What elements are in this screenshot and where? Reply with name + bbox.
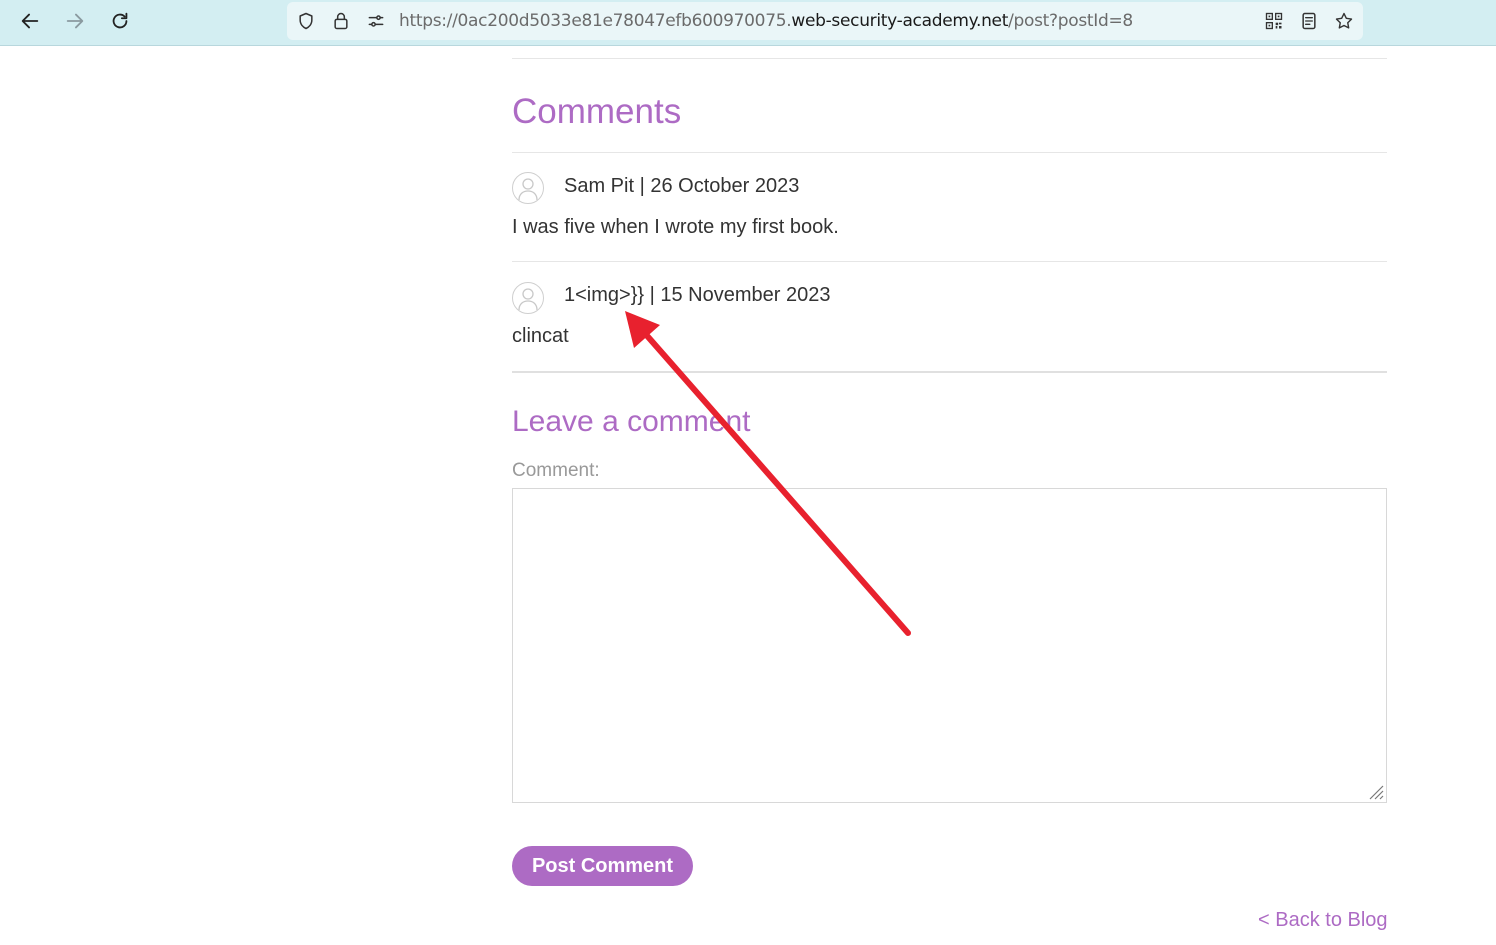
annotation-arrow bbox=[625, 311, 911, 636]
qr-code-icon[interactable] bbox=[1262, 9, 1286, 33]
comments-heading: Comments bbox=[512, 92, 682, 131]
leave-comment-heading: Leave a comment bbox=[512, 405, 751, 438]
address-bar[interactable]: https://0ac200d5033e81e78047efb600970075… bbox=[287, 2, 1363, 40]
back-arrow-icon[interactable] bbox=[15, 6, 45, 36]
comment-textarea[interactable] bbox=[512, 488, 1387, 803]
comment-text: I was five when I wrote my first book. bbox=[512, 216, 839, 238]
browser-toolbar: https://0ac200d5033e81e78047efb600970075… bbox=[0, 0, 1496, 46]
user-avatar-icon bbox=[518, 288, 538, 311]
forward-arrow-icon[interactable] bbox=[60, 6, 90, 36]
avatar bbox=[512, 282, 544, 314]
comment-divider bbox=[512, 261, 1387, 262]
section-divider bbox=[512, 371, 1387, 373]
permissions-icon[interactable] bbox=[364, 9, 388, 33]
resize-grip-icon[interactable] bbox=[1366, 782, 1384, 800]
comment-text: clincat bbox=[512, 325, 569, 347]
bookmark-star-icon[interactable] bbox=[1332, 9, 1356, 33]
url-text[interactable]: https://0ac200d5033e81e78047efb600970075… bbox=[399, 11, 1133, 31]
comments-divider bbox=[512, 152, 1387, 153]
post-comment-button[interactable]: Post Comment bbox=[512, 846, 693, 886]
comment-author: Sam Pit | 26 October 2023 bbox=[564, 175, 800, 197]
url-path: /post?postId=8 bbox=[1008, 11, 1133, 31]
reader-view-icon[interactable] bbox=[1297, 9, 1321, 33]
url-prefix: https://0ac200d5033e81e78047efb600970075… bbox=[399, 11, 792, 31]
comment-author: 1<img>}} | 15 November 2023 bbox=[564, 284, 831, 306]
url-domain: web-security-academy.net bbox=[791, 11, 1009, 31]
top-divider bbox=[512, 58, 1387, 59]
user-avatar-icon bbox=[518, 178, 538, 201]
lock-icon[interactable] bbox=[329, 9, 353, 33]
avatar bbox=[512, 172, 544, 204]
comment-label: Comment: bbox=[512, 460, 600, 481]
back-to-blog-link[interactable]: < Back to Blog bbox=[1258, 909, 1388, 932]
shield-icon[interactable] bbox=[294, 9, 318, 33]
reload-icon[interactable] bbox=[105, 6, 135, 36]
